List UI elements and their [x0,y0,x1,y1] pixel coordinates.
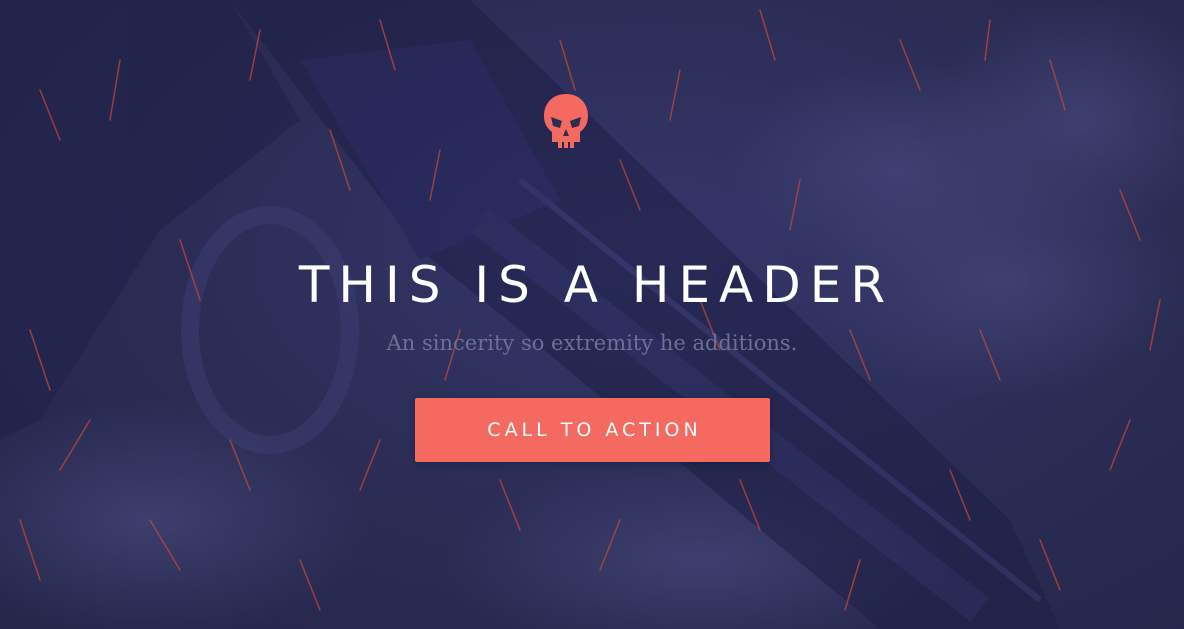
page-title: THIS IS A HEADER [298,256,895,314]
hero-content: THIS IS A HEADER An sincerity so extremi… [0,0,1184,629]
skull-icon [544,94,588,148]
call-to-action-button[interactable]: CALL TO ACTION [415,398,770,462]
hero-section: THIS IS A HEADER An sincerity so extremi… [0,0,1184,629]
page-subtitle: An sincerity so extremity he additions. [386,331,798,355]
